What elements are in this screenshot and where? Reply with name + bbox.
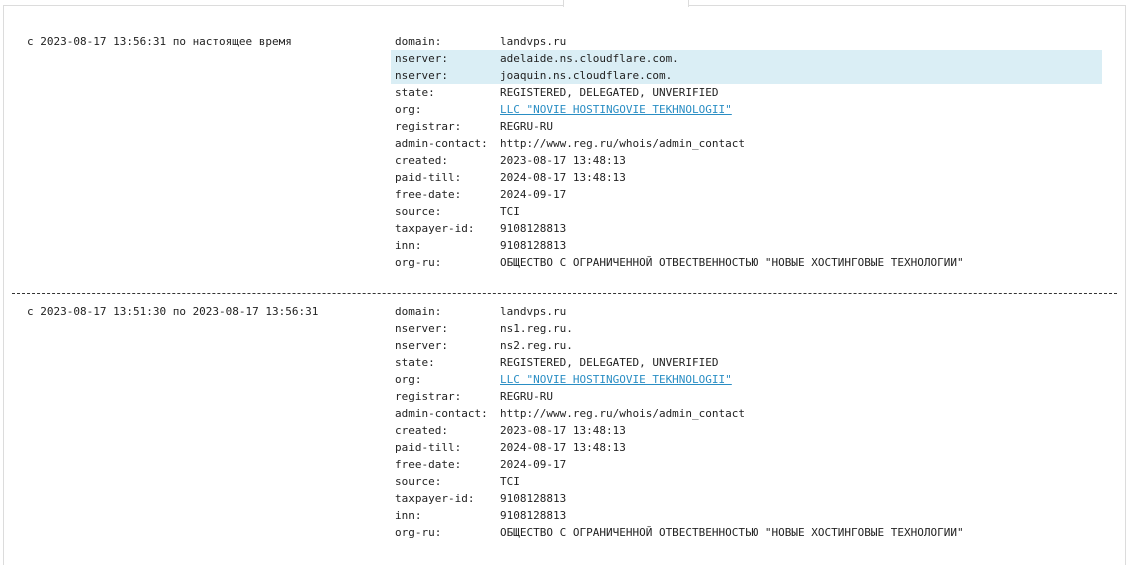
field-row: paid-till: 2024-08-17 13:48:13 xyxy=(391,169,1102,186)
field-key: nserver: xyxy=(395,339,448,352)
field-value: landvps.ru xyxy=(500,305,567,318)
field-value: ns2.reg.ru. xyxy=(500,339,573,352)
field-value: TCI xyxy=(500,205,520,218)
field-row: registrar: REGRU-RU xyxy=(391,118,1102,135)
field-key: org: xyxy=(395,373,422,386)
field-value: 2024-08-17 13:48:13 xyxy=(500,441,626,454)
field-row: org-ru: ОБЩЕСТВО С ОГРАНИЧЕННОЙ ОТВЕСТВЕН… xyxy=(391,254,1102,271)
field-row: registrar: REGRU-RU xyxy=(391,388,1102,405)
field-key: nserver: xyxy=(395,322,448,335)
field-value: 9108128813 xyxy=(500,222,567,235)
field-value: http://www.reg.ru/whois/admin_contact xyxy=(500,407,746,420)
field-value: joaquin.ns.cloudflare.com. xyxy=(500,69,673,82)
field-key: state: xyxy=(395,86,435,99)
field-value: 9108128813 xyxy=(500,509,567,522)
field-key: org: xyxy=(395,103,422,116)
field-value: 2023-08-17 13:48:13 xyxy=(500,154,626,167)
field-value: ОБЩЕСТВО С ОГРАНИЧЕННОЙ ОТВЕСТВЕННОСТЬЮ … xyxy=(500,526,964,539)
record-period: с 2023-08-17 13:51:30 по 2023-08-17 13:5… xyxy=(27,305,319,318)
field-row: state: REGISTERED, DELEGATED, UNVERIFIED xyxy=(391,84,1102,101)
active-tab[interactable] xyxy=(563,0,689,7)
field-key: registrar: xyxy=(395,390,462,403)
field-key: nserver: xyxy=(395,52,448,65)
field-value: 9108128813 xyxy=(500,492,567,505)
field-row: created: 2023-08-17 13:48:13 xyxy=(391,152,1102,169)
field-value: adelaide.ns.cloudflare.com. xyxy=(500,52,679,65)
field-key: domain: xyxy=(395,35,442,48)
field-value: REGRU-RU xyxy=(500,120,553,133)
field-key: created: xyxy=(395,154,448,167)
record-period: с 2023-08-17 13:56:31 по настоящее время xyxy=(27,35,292,48)
field-row: paid-till: 2024-08-17 13:48:13 xyxy=(391,439,1102,456)
field-key: admin-contact: xyxy=(395,407,488,420)
field-key: org-ru: xyxy=(395,526,442,539)
field-row: nserver: ns1.reg.ru. xyxy=(391,320,1102,337)
field-key: state: xyxy=(395,356,435,369)
field-row: nserver: ns2.reg.ru. xyxy=(391,337,1102,354)
field-value: http://www.reg.ru/whois/admin_contact xyxy=(500,137,746,150)
field-row: nserver: adelaide.ns.cloudflare.com. xyxy=(391,50,1102,67)
field-value: REGRU-RU xyxy=(500,390,553,403)
field-row: taxpayer-id: 9108128813 xyxy=(391,220,1102,237)
field-row: free-date: 2024-09-17 xyxy=(391,456,1102,473)
field-row: org: LLC "NOVIE HOSTINGOVIE TEKHNOLOGII" xyxy=(391,101,1102,118)
record-fields: domain: landvps.ru nserver: adelaide.ns.clo… xyxy=(391,33,1102,271)
field-key: created: xyxy=(395,424,448,437)
field-row: admin-contact: http://www.reg.ru/whois/ad… xyxy=(391,405,1102,422)
field-row: domain: landvps.ru xyxy=(391,33,1102,50)
field-value: TCI xyxy=(500,475,520,488)
field-key: nserver: xyxy=(395,69,448,82)
field-value: landvps.ru xyxy=(500,35,567,48)
field-row: free-date: 2024-09-17 xyxy=(391,186,1102,203)
field-row: org-ru: ОБЩЕСТВО С ОГРАНИЧЕННОЙ ОТВЕСТВЕН… xyxy=(391,524,1102,541)
field-value: REGISTERED, DELEGATED, UNVERIFIED xyxy=(500,86,719,99)
field-key: inn: xyxy=(395,239,422,252)
field-value: 2023-08-17 13:48:13 xyxy=(500,424,626,437)
field-key: source: xyxy=(395,475,442,488)
field-value: 2024-09-17 xyxy=(500,458,567,471)
record-divider xyxy=(12,293,1117,294)
record-fields: domain: landvps.ru nserver: ns1.reg.ru. nser… xyxy=(391,303,1102,541)
field-value: 2024-09-17 xyxy=(500,188,567,201)
field-value: REGISTERED, DELEGATED, UNVERIFIED xyxy=(500,356,719,369)
field-value: ns1.reg.ru. xyxy=(500,322,573,335)
field-key: source: xyxy=(395,205,442,218)
field-key: org-ru: xyxy=(395,256,442,269)
field-key: taxpayer-id: xyxy=(395,222,475,235)
field-key: free-date: xyxy=(395,188,462,201)
field-row: created: 2023-08-17 13:48:13 xyxy=(391,422,1102,439)
field-key: inn: xyxy=(395,509,422,522)
field-value: ОБЩЕСТВО С ОГРАНИЧЕННОЙ ОТВЕСТВЕННОСТЬЮ … xyxy=(500,256,964,269)
field-row: nserver: joaquin.ns.cloudflare.com. xyxy=(391,67,1102,84)
org-link[interactable]: LLC "NOVIE HOSTINGOVIE TEKHNOLOGII" xyxy=(500,371,732,388)
field-value: 2024-08-17 13:48:13 xyxy=(500,171,626,184)
field-row: taxpayer-id: 9108128813 xyxy=(391,490,1102,507)
field-row: source: TCI xyxy=(391,203,1102,220)
org-link[interactable]: LLC "NOVIE HOSTINGOVIE TEKHNOLOGII" xyxy=(500,101,732,118)
field-key: paid-till: xyxy=(395,171,462,184)
field-key: registrar: xyxy=(395,120,462,133)
field-key: domain: xyxy=(395,305,442,318)
field-key: taxpayer-id: xyxy=(395,492,475,505)
field-value: 9108128813 xyxy=(500,239,567,252)
field-row: state: REGISTERED, DELEGATED, UNVERIFIED xyxy=(391,354,1102,371)
field-key: admin-contact: xyxy=(395,137,488,150)
field-row: org: LLC "NOVIE HOSTINGOVIE TEKHNOLOGII" xyxy=(391,371,1102,388)
field-key: paid-till: xyxy=(395,441,462,454)
field-key: free-date: xyxy=(395,458,462,471)
field-row: admin-contact: http://www.reg.ru/whois/ad… xyxy=(391,135,1102,152)
field-row: domain: landvps.ru xyxy=(391,303,1102,320)
field-row: inn: 9108128813 xyxy=(391,237,1102,254)
field-row: inn: 9108128813 xyxy=(391,507,1102,524)
field-row: source: TCI xyxy=(391,473,1102,490)
